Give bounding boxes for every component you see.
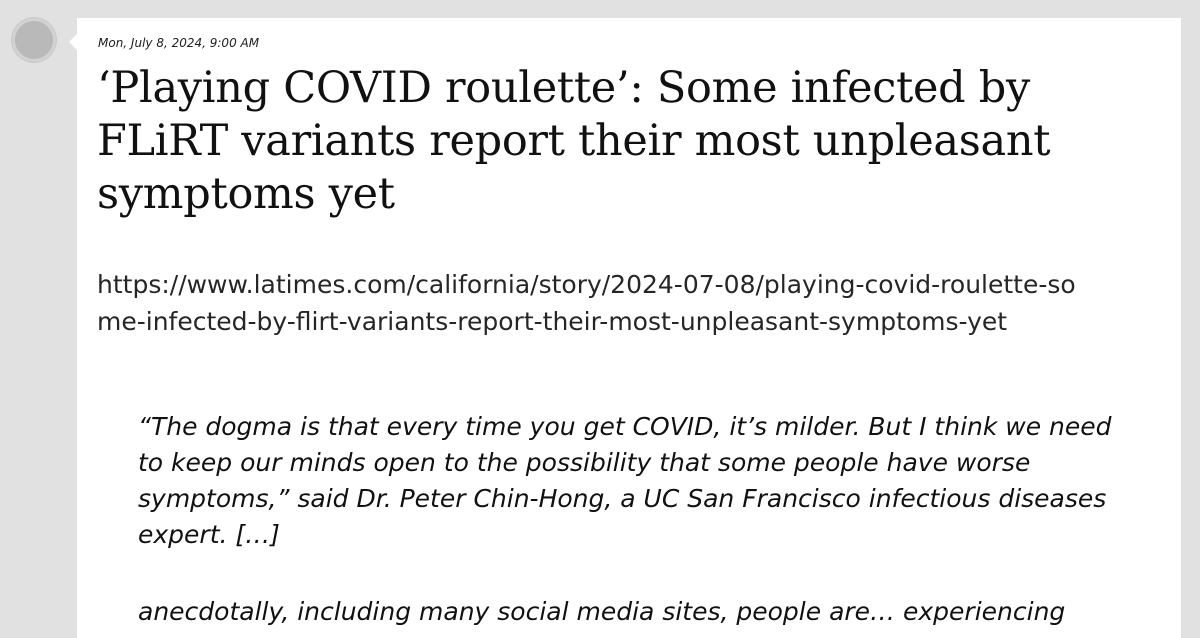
post-timestamp: Mon, July 8, 2024, 9:00 AM <box>98 36 260 50</box>
card-pointer <box>69 34 77 50</box>
post-card: Mon, July 8, 2024, 9:00 AM ‘Playing COVI… <box>77 18 1181 638</box>
post-title: ‘Playing COVID roulette’: Some infected … <box>97 63 1051 219</box>
post-url-link[interactable]: https://www.latimes.com/california/story… <box>97 266 1097 340</box>
post-quote-continued: anecdotally, including many social media… <box>138 597 1066 626</box>
avatar[interactable] <box>12 18 56 62</box>
post-quote: “The dogma is that every time you get CO… <box>138 412 1112 549</box>
